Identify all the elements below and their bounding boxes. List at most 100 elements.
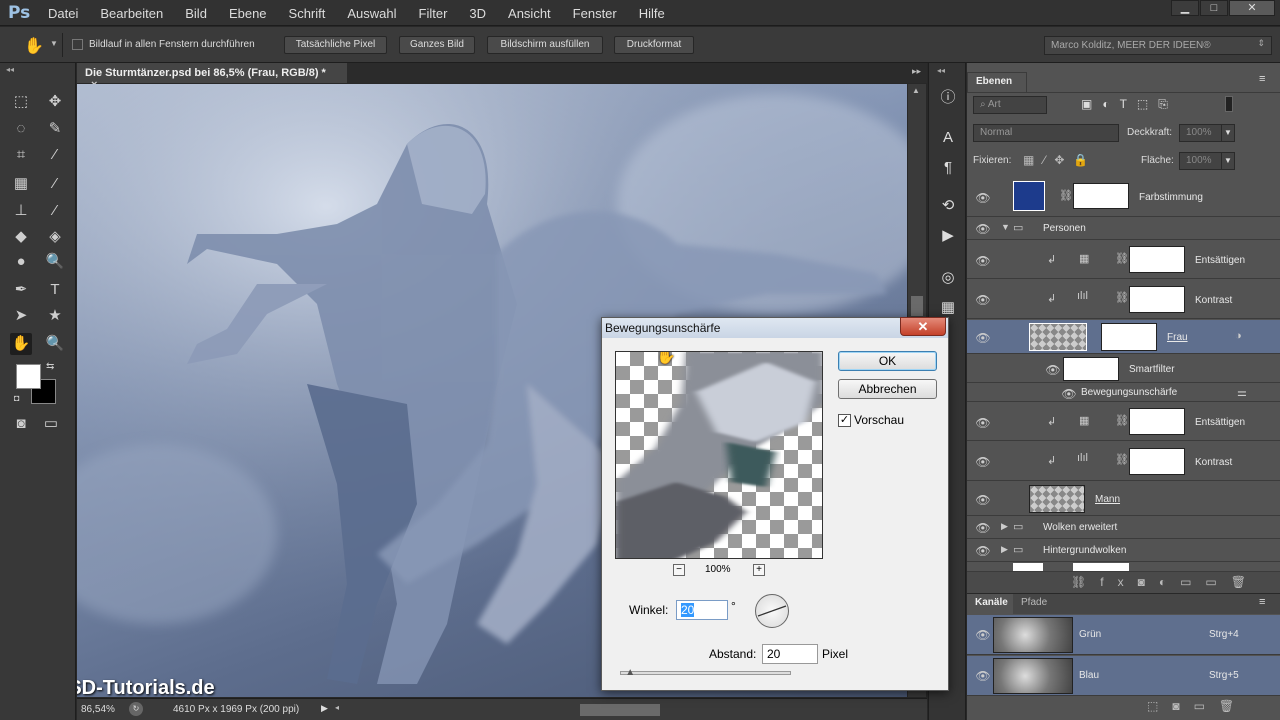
menu-ebene[interactable]: Ebene	[229, 6, 267, 21]
quick-mask-icon[interactable]: ◙	[10, 413, 32, 435]
distance-slider-track[interactable]	[620, 671, 791, 675]
menu-schrift[interactable]: Schrift	[289, 6, 326, 21]
lasso-tool-icon[interactable]: ◌	[10, 118, 32, 140]
layer-row[interactable]: 👁 ⛓ Farbstimmung	[967, 177, 1280, 217]
layer-filter-kind[interactable]: ⌕ Art	[973, 96, 1047, 114]
visibility-eye-icon[interactable]: 👁	[975, 628, 991, 642]
expand-triangle-icon[interactable]: ▼	[1001, 222, 1010, 232]
layer-filter-icons[interactable]: ▣◐T⬚⎘	[1081, 97, 1178, 112]
dialog-close-button[interactable]: ✕	[900, 317, 946, 336]
pen-tool-icon[interactable]: ✒	[10, 279, 32, 301]
channels-footer-icons[interactable]: ⬚◙▭🗑	[1147, 699, 1248, 713]
horizontal-scroll-thumb[interactable]	[580, 704, 660, 716]
zoom-in-button[interactable]: +	[753, 564, 765, 576]
visibility-eye-icon[interactable]: 👁	[975, 293, 991, 307]
blur-tool-icon[interactable]: ●	[10, 251, 32, 273]
foreground-color-swatch[interactable]	[16, 364, 41, 389]
zoom-level[interactable]: 86,54%	[81, 704, 115, 715]
collapse-toolbox-icon[interactable]: ◂◂	[6, 65, 14, 74]
fill-input[interactable]: 100%	[1179, 152, 1223, 170]
history-panel-icon[interactable]: ⟲	[935, 193, 961, 219]
info-menu-arrow-icon[interactable]: ▶	[321, 703, 328, 714]
visibility-eye-icon[interactable]: 👁	[975, 521, 991, 535]
visibility-eye-icon[interactable]: 👁	[1045, 363, 1061, 377]
panel-menu-icon[interactable]: ≡	[1259, 596, 1265, 608]
layer-row[interactable]: 👁 ↲ ▦ ⛓ Entsättigen	[967, 241, 1280, 279]
color-panel-icon[interactable]: ◎	[935, 265, 961, 291]
move-tool-icon[interactable]: ✥	[44, 91, 66, 113]
dialog-titlebar[interactable]: Bewegungsunschärfe	[602, 318, 948, 338]
menu-auswahl[interactable]: Auswahl	[347, 6, 396, 21]
filter-row[interactable]: 👁 Bewegungsunschärfe ⚌	[967, 384, 1280, 402]
layer-group-row[interactable]: 👁 ▶ ▭ Hintergrundwolken	[967, 540, 1280, 562]
visibility-eye-icon[interactable]: 👁	[1061, 387, 1077, 401]
distance-input[interactable]: 20	[762, 644, 818, 664]
opacity-input[interactable]: 100%	[1179, 124, 1223, 142]
blend-mode-select[interactable]: Normal	[973, 124, 1119, 142]
panel-menu-icon[interactable]: ≡	[1259, 73, 1265, 85]
crop-tool-icon[interactable]: ⌗	[10, 144, 32, 166]
visibility-eye-icon[interactable]: 👁	[975, 254, 991, 268]
eyedropper-tool-icon[interactable]: ⁄	[44, 144, 66, 166]
type-tool-icon[interactable]: T	[44, 279, 66, 301]
visibility-eye-icon[interactable]: 👁	[975, 416, 991, 430]
layer-row[interactable]: 👁 ↲ ılıl ⛓ Kontrast	[967, 280, 1280, 319]
print-size-button[interactable]: Druckformat	[614, 36, 694, 54]
maximize-button[interactable]: □	[1200, 0, 1228, 16]
clone-stamp-tool-icon[interactable]: ⊥	[10, 200, 32, 222]
expand-panels-icon[interactable]: ◂◂	[937, 66, 945, 75]
custom-shape-tool-icon[interactable]: ★	[44, 305, 66, 327]
channel-row[interactable]: 👁 Blau Strg+5	[967, 656, 1280, 696]
zoom-out-button[interactable]: −	[673, 564, 685, 576]
layer-row[interactable]: 👁 ↲ ▦ ⛓ Entsättigen	[967, 403, 1280, 441]
visibility-eye-icon[interactable]: 👁	[975, 191, 991, 205]
preview-checkbox[interactable]: ✓	[838, 414, 851, 427]
default-colors-icon[interactable]: ◘	[14, 393, 19, 403]
export-status-icon[interactable]: ↻	[129, 702, 143, 716]
channel-row[interactable]: 👁 Grün Strg+4	[967, 615, 1280, 655]
blending-options-icon[interactable]: ⚌	[1237, 386, 1247, 399]
brush-tool-icon[interactable]: ⁄	[44, 173, 66, 195]
hand-tool-active-icon[interactable]: ✋	[10, 333, 32, 355]
angle-input[interactable]: 20	[676, 600, 728, 620]
tab-ebenen[interactable]: Ebenen	[967, 72, 1027, 92]
menu-datei[interactable]: Datei	[48, 6, 78, 21]
cancel-button[interactable]: Abbrechen	[838, 379, 937, 399]
distance-slider-thumb[interactable]: ▲	[625, 667, 635, 678]
visibility-eye-icon[interactable]: 👁	[975, 331, 991, 345]
actions-panel-icon[interactable]: ▶	[935, 223, 961, 249]
filter-toggle[interactable]	[1225, 96, 1233, 112]
scroll-up-icon[interactable]: ▲	[912, 86, 920, 95]
eraser-tool-icon[interactable]: ◆	[10, 226, 32, 248]
screen-mode-icon[interactable]: ▭	[40, 413, 62, 435]
fill-screen-button[interactable]: Bildschirm ausfüllen	[487, 36, 603, 54]
layer-row[interactable]: 👁 ↲ ılıl ⛓ Kontrast	[967, 442, 1280, 481]
menu-hilfe[interactable]: Hilfe	[639, 6, 665, 21]
zoom-tool-icon[interactable]: 🔍	[44, 333, 66, 355]
opacity-dropdown-icon[interactable]: ▼	[1221, 124, 1235, 142]
expand-triangle-icon[interactable]: ▶	[1001, 521, 1008, 532]
scroll-left-icon[interactable]: ◂	[335, 703, 339, 712]
filter-preview[interactable]: ✋	[615, 351, 823, 559]
visibility-eye-icon[interactable]: 👁	[975, 669, 991, 683]
marquee-tool-icon[interactable]: ⬚	[10, 91, 32, 113]
tool-preset-chevron-icon[interactable]: ▼	[50, 39, 58, 48]
visibility-eye-icon[interactable]: 👁	[975, 222, 991, 236]
menu-bild[interactable]: Bild	[185, 6, 207, 21]
ok-button[interactable]: OK	[838, 351, 937, 371]
smart-filter-row[interactable]: 👁 Smartfilter	[967, 355, 1280, 383]
paragraph-panel-icon[interactable]: ¶	[935, 155, 961, 181]
swap-colors-icon[interactable]: ⇆	[46, 361, 54, 372]
visibility-eye-icon[interactable]: 👁	[975, 455, 991, 469]
tab-kanaele[interactable]: Kanäle	[967, 594, 1013, 614]
layer-row-selected[interactable]: 👁 Frau ◑	[967, 320, 1280, 354]
paint-bucket-tool-icon[interactable]: ◈	[44, 226, 66, 248]
layer-row[interactable]: 👁 Mann	[967, 482, 1280, 516]
scroll-all-checkbox[interactable]	[72, 39, 83, 53]
layer-group-row[interactable]: 👁 ▶ ▭ Wolken erweitert	[967, 517, 1280, 539]
quick-selection-tool-icon[interactable]: ✎	[44, 118, 66, 140]
fit-screen-button[interactable]: Ganzes Bild	[399, 36, 475, 54]
document-tab[interactable]: Die Sturmtänzer.psd bei 86,5% (Frau, RGB…	[77, 63, 347, 91]
angle-dial[interactable]	[755, 594, 789, 628]
layers-footer-icons[interactable]: ⛓fx◙◐▭▭🗑	[967, 571, 1280, 593]
